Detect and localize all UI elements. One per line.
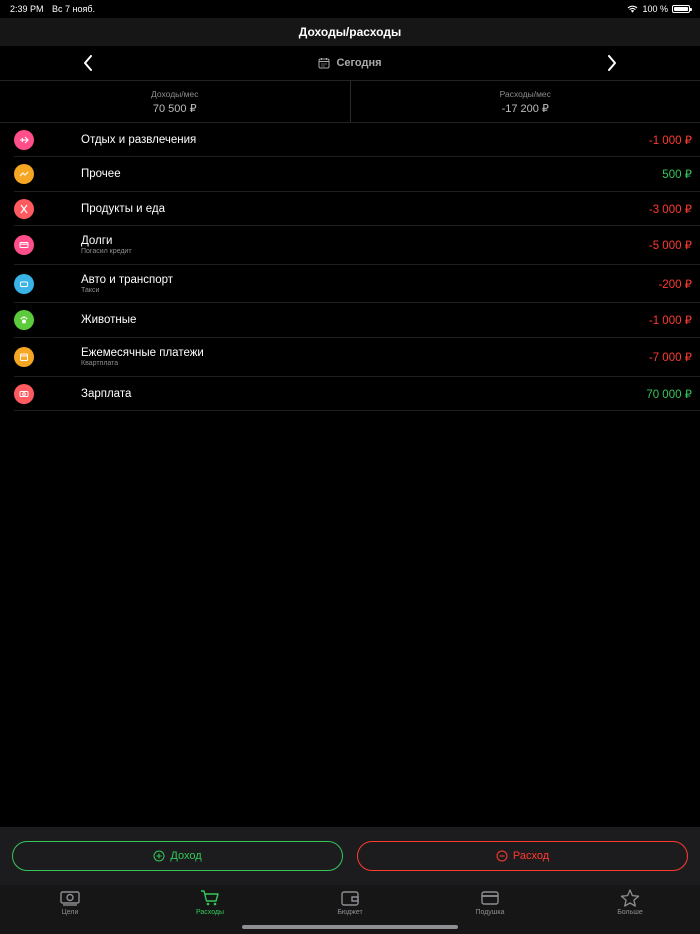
row-amount: -3 000 ₽ — [648, 203, 692, 216]
tab-label: Больше — [617, 909, 643, 916]
date-selector[interactable]: Сегодня — [318, 57, 382, 69]
transaction-list: Отдых и развлечения -1 000 ₽ Прочее 500 … — [14, 123, 700, 411]
expense-summary-value: -17 200 ₽ — [501, 102, 549, 115]
status-time: 2:39 PM — [10, 4, 44, 14]
row-note: Квартплата — [81, 360, 119, 367]
trend-icon — [14, 164, 34, 184]
home-indicator — [242, 925, 458, 929]
page-title: Доходы/расходы — [298, 25, 402, 39]
row-amount: -1 000 ₽ — [648, 134, 692, 147]
row-amount: -200 ₽ — [658, 278, 692, 291]
row-note: Такси — [81, 286, 100, 294]
income-summary-value: 70 500 ₽ — [152, 102, 197, 115]
prev-date-button[interactable] — [58, 46, 118, 80]
money-icon — [60, 891, 80, 906]
add-expense-button[interactable]: Расход — [357, 841, 688, 871]
transaction-row[interactable]: Продукты и еда -3 000 ₽ — [14, 192, 700, 226]
tab-bar: Цели Расходы Бюджет Подушка Больше — [0, 885, 700, 934]
next-date-button[interactable] — [582, 46, 642, 80]
car-icon — [14, 273, 34, 294]
add-income-button[interactable]: Доход — [12, 841, 343, 871]
row-note: Погасил кредит — [81, 248, 132, 255]
row-amount: -1 000 ₽ — [648, 315, 692, 327]
tab-label: Расходы — [195, 909, 225, 916]
money-icon — [14, 383, 34, 404]
tab-label: Бюджет — [337, 909, 363, 916]
calendar-icon — [14, 347, 34, 367]
transaction-row[interactable]: Авто и транспорт Такси -200 ₽ — [14, 265, 700, 303]
tab-more[interactable]: Больше — [590, 889, 670, 916]
minus-circle-icon — [496, 850, 508, 862]
monthly-summary: Доходы/мес 70 500 ₽ Расходы/мес -17 200 … — [0, 81, 700, 123]
plus-circle-icon — [153, 850, 165, 862]
card-icon — [481, 891, 499, 905]
row-name: Животные — [81, 314, 137, 326]
tab-savings[interactable]: Подушка — [450, 889, 530, 916]
battery-icon — [672, 5, 692, 13]
tab-label: Подушка — [475, 909, 505, 916]
row-name: Зарплата — [81, 387, 132, 400]
cart-icon — [201, 890, 219, 906]
transaction-row[interactable]: Долги Погасил кредит -5 000 ₽ — [14, 226, 700, 265]
action-bar: Доход Расход — [0, 827, 700, 885]
expense-summary: Расходы/мес -17 200 ₽ — [349, 81, 700, 122]
tab-expenses[interactable]: Расходы — [170, 889, 250, 916]
expense-summary-label: Расходы/мес — [499, 88, 551, 99]
status-bar: 2:39 PM Вс 7 нояб. 100 % — [0, 0, 700, 18]
battery-percent: 100 % — [642, 4, 668, 14]
transaction-row[interactable]: Отдых и развлечения -1 000 ₽ — [14, 123, 700, 157]
tab-budget[interactable]: Бюджет — [310, 889, 390, 916]
paw-icon — [14, 310, 34, 330]
plane-icon — [14, 129, 34, 150]
wifi-icon — [628, 5, 638, 13]
row-name: Авто и транспорт — [81, 273, 174, 286]
row-amount: 500 ₽ — [662, 169, 692, 181]
add-income-label: Доход — [170, 850, 202, 862]
row-name: Отдых и развлечения — [81, 133, 197, 146]
calendar-icon — [318, 58, 330, 69]
income-summary-label: Доходы/мес — [151, 88, 199, 99]
cutlery-icon — [14, 198, 34, 219]
tab-goals[interactable]: Цели — [30, 889, 110, 916]
transaction-row[interactable]: Ежемесячные платежи Квартплата -7 000 ₽ — [14, 338, 700, 377]
transaction-row[interactable]: Животные -1 000 ₽ — [14, 303, 700, 338]
star-icon — [620, 889, 640, 907]
card-icon — [14, 235, 34, 255]
chevron-right-icon — [608, 55, 616, 71]
chevron-left-icon — [84, 55, 92, 71]
date-navigator: Сегодня — [0, 46, 700, 81]
row-name: Ежемесячные платежи — [81, 347, 204, 359]
row-amount: -5 000 ₽ — [648, 240, 692, 252]
add-expense-label: Расход — [512, 850, 550, 862]
income-summary: Доходы/мес 70 500 ₽ — [0, 81, 350, 122]
nav-header: Доходы/расходы — [0, 18, 700, 46]
row-name: Прочее — [81, 168, 121, 180]
row-amount: -7 000 ₽ — [648, 352, 692, 364]
row-name: Продукты и еда — [81, 202, 166, 215]
tab-label: Цели — [61, 909, 79, 916]
wallet-icon — [341, 891, 359, 906]
row-name: Долги — [81, 235, 113, 247]
status-date: Вс 7 нояб. — [52, 4, 96, 14]
transaction-row[interactable]: Зарплата 70 000 ₽ — [14, 377, 700, 411]
date-label: Сегодня — [336, 57, 382, 69]
row-amount: 70 000 ₽ — [646, 388, 692, 401]
transaction-row[interactable]: Прочее 500 ₽ — [14, 157, 700, 192]
